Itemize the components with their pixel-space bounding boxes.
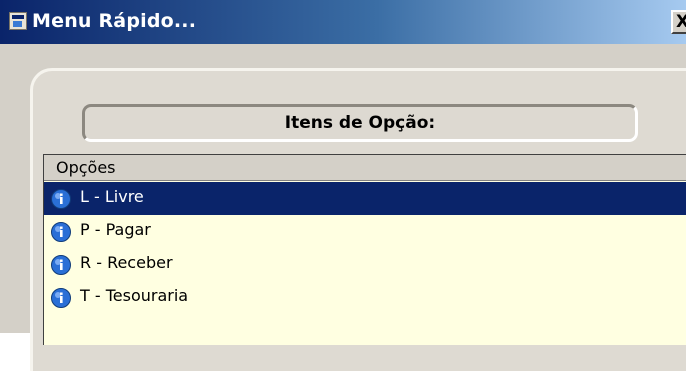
column-header-label: Opções <box>56 158 116 177</box>
info-icon <box>51 255 71 275</box>
info-icon <box>51 189 71 209</box>
options-group-label-text: Itens de Opção: <box>284 113 436 133</box>
list-item-label: R - Receber <box>80 253 173 272</box>
menu-rapido-window: Menu Rápido... X Itens de Opção: Opções … <box>0 0 686 371</box>
options-list[interactable]: Opções L - Livre P - Pagar R - Receber T… <box>43 154 686 345</box>
window-title: Menu Rápido... <box>32 10 197 32</box>
list-item[interactable]: L - Livre <box>44 182 686 215</box>
app-icon[interactable] <box>9 12 27 30</box>
title-bar[interactable]: Menu Rápido... X <box>0 0 686 44</box>
list-item-label: L - Livre <box>80 187 144 206</box>
list-item-label: T - Tesouraria <box>80 286 189 305</box>
list-item-label: P - Pagar <box>80 220 151 239</box>
info-icon <box>51 222 71 242</box>
close-button[interactable]: X <box>671 10 686 34</box>
close-icon: X <box>676 12 686 32</box>
options-group-label: Itens de Opção: <box>82 104 638 142</box>
list-item[interactable]: T - Tesouraria <box>44 281 686 314</box>
column-header-opcoes[interactable]: Opções <box>44 155 686 181</box>
list-item[interactable]: P - Pagar <box>44 215 686 248</box>
info-icon <box>51 288 71 308</box>
list-item[interactable]: R - Receber <box>44 248 686 281</box>
